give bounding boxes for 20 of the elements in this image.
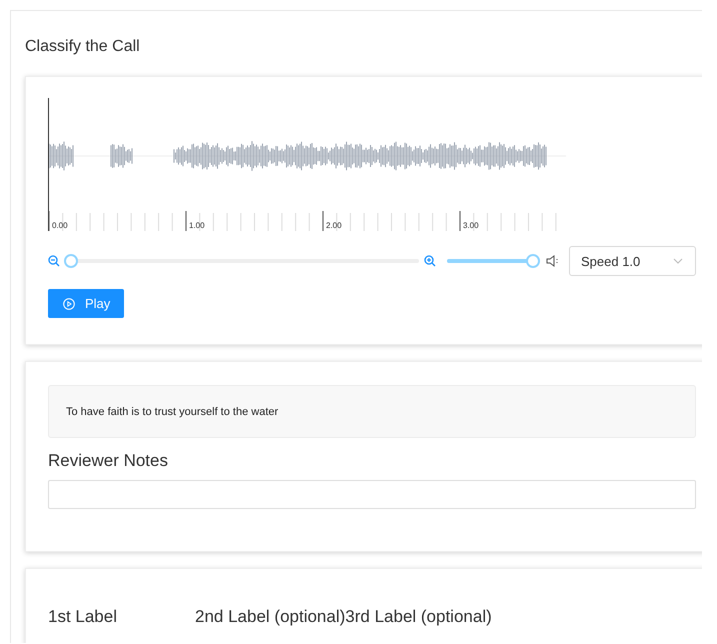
speed-select[interactable]: Speed 1.0	[569, 246, 696, 276]
label-heading: 2nd Label (optional)	[195, 607, 346, 627]
label-heading: 3rd Label (optional)	[345, 607, 492, 627]
time-label: 3.00	[463, 221, 479, 230]
play-icon	[63, 298, 75, 310]
slider-thumb[interactable]	[526, 254, 540, 268]
transcript-text: To have faith is to trust yourself to the water	[48, 385, 696, 438]
slider[interactable]	[447, 254, 540, 268]
label-heading: 1st Label	[48, 607, 118, 627]
zoom-out-icon	[48, 255, 60, 267]
chevron-down-icon	[673, 258, 683, 264]
time-label: 0.00	[52, 221, 68, 230]
time-label: 2.00	[326, 221, 342, 230]
slider-thumb[interactable]	[64, 254, 78, 268]
notes-field[interactable]	[48, 480, 696, 509]
time-label: 1.00	[189, 221, 205, 230]
zoom-in-icon	[424, 255, 436, 267]
slider[interactable]	[64, 254, 419, 268]
page-title: Classify the Call	[25, 38, 141, 57]
notes-label: Reviewer Notes	[48, 451, 169, 471]
